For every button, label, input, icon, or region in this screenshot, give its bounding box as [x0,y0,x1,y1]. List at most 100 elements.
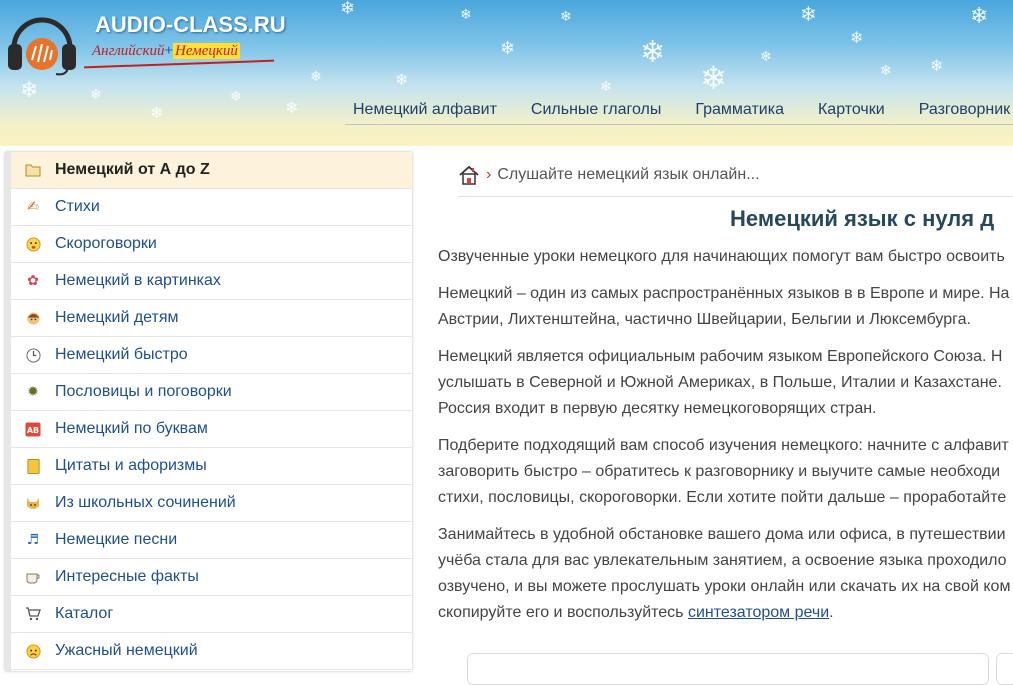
text-line: стихи, пословицы, скороговорки. Если хот… [438,489,1007,506]
paragraph-spread: Немецкий – один из самых распространённы… [438,281,1013,333]
sidebar-item-facts[interactable]: Интересные факты [11,559,412,596]
sidebar-item-label: Интересные факты [55,568,199,585]
sidebar-item-poems[interactable]: ✍ Стихи [11,189,412,226]
clock-icon [25,347,41,363]
snowflake-icon: ❄ [90,87,102,103]
text-line: Озвученные уроки немецкого для начинающи… [438,248,1005,265]
breadcrumb-separator: › [486,166,492,183]
snowflake-icon: ❄ [340,0,356,19]
snowflake-icon: ❄ [500,38,516,59]
snowflake-icon: ❄ [930,56,944,75]
sidebar-item-catalog[interactable]: Каталог [11,596,412,633]
sidebar-item-label: Каталог [55,605,114,622]
snowflake-icon: ❄ [20,78,39,103]
breadcrumb-current: Слушайте немецкий язык онлайн... [497,166,760,183]
breadcrumb-divider [458,196,1013,197]
cup-icon [25,569,41,585]
site-subtitle: Английский+ Немецкий [92,43,240,60]
nav-german-alphabet[interactable]: Немецкий алфавит [353,101,497,119]
sidebar-item-horrible-german[interactable]: Ужасный немецкий [11,633,412,670]
sidebar-item-kids[interactable]: Немецкий детям [11,300,412,337]
text-line: услышать в Северной и Южной Америках, в … [438,374,1002,391]
snowflake-icon: ❄ [600,79,612,95]
sidebar-item-pictures[interactable]: ✿ Немецкий в картинках [11,263,412,300]
text-line: озвучено, и вы можете прослушать уроки о… [438,578,1011,595]
paragraph-methods: Подберите подходящий вам способ изучения… [438,433,1013,511]
nav-phrasebook[interactable]: Разговорник [919,101,1010,119]
sidebar-item-tongue-twisters[interactable]: Скороговорки [11,226,412,263]
nav-cards[interactable]: Карточки [818,101,885,119]
paragraph-intro: Озвученные уроки немецкого для начинающи… [438,244,1013,270]
pen-icon: ✍ [27,199,39,215]
site-header: ❄ ❄ ❄ ❄ ❄ ❄ ❄ ❄ ❄ ❄ ❄ ❄ ❄ ❄ ❄ ❄ ❄ ❄ ❄ ❄ … [0,0,1013,146]
sidebar-item-german-a-z[interactable]: Немецкий от А до Z [11,152,412,189]
headphones-logo-icon[interactable] [6,8,78,78]
snowflake-icon: ❄ [760,49,772,65]
sidebar-item-fast[interactable]: Немецкий быстро [11,337,412,374]
paragraph-official: Немецкий является официальным рабочим яз… [438,344,1013,422]
text-line: заговорить быстро – обратитесь к разгово… [438,463,1001,480]
nav-strong-verbs[interactable]: Сильные глаголы [531,101,661,119]
sidebar-item-label: Скороговорки [55,235,157,252]
text-line: учёба стала для вас увлекательным заняти… [438,552,1007,569]
snowflake-icon: ❄ [800,2,817,26]
snowflake-icon: ❄ [310,69,322,85]
text-line: Россия входит в первую десятку немецкого… [438,400,877,417]
sidebar-item-label: Немецкий детям [55,309,179,326]
speech-synthesizer-link[interactable]: синтезатором речи [688,604,829,621]
cat-icon [25,495,41,511]
nav-grammar[interactable]: Грамматика [695,101,784,119]
subtitle-english: Английский [92,43,165,59]
sidebar-item-label: Немецкий быстро [55,346,188,363]
sidebar-item-label: Немецкий в картинках [55,272,221,289]
content-card [467,653,989,685]
music-icon: ♬ [26,532,40,548]
home-icon[interactable] [458,165,480,185]
top-navigation: Немецкий алфавит Сильные глаголы Граммат… [353,101,1013,119]
gear-icon: ✹ [27,384,39,400]
cart-icon [25,606,41,622]
snowflake-icon: ❄ [850,28,864,47]
snowflake-icon: ❄ [560,9,572,25]
face-icon [25,236,41,252]
text-line: . [829,604,834,621]
snowflake-icon: ❄ [700,59,727,97]
site-title[interactable]: AUDIO-CLASS.RU [95,12,286,38]
sidebar-item-label: Пословицы и поговорки [55,383,232,400]
sidebar-item-proverbs[interactable]: ✹ Пословицы и поговорки [11,374,412,411]
paragraph-study: Занимайтесь в удобной обстановке вашего … [438,522,1013,626]
snowflake-icon: ❄ [640,35,666,70]
svg-text:AB: AB [27,426,39,435]
sidebar-item-label: Цитаты и афоризмы [55,457,207,474]
snowflake-icon: ❄ [460,7,472,23]
snowflake-icon: ❄ [970,4,989,29]
text-line: скопируйте его и воспользуйтесь [438,604,688,621]
child-icon [25,310,41,326]
sidebar-item-songs[interactable]: ♬ Немецкие песни [11,522,412,559]
text-line: Подберите подходящий вам способ изучения… [438,437,1009,454]
snowflake-icon: ❄ [285,98,299,117]
sidebar-item-school-essays[interactable]: Из школьных сочинений [11,485,412,522]
nav-divider [345,124,1013,125]
snowflake-icon: ❄ [150,103,164,122]
angry-face-icon [25,643,41,659]
sidebar-item-label: Немецкий по буквам [55,420,208,437]
sidebar-item-quotes[interactable]: Цитаты и афоризмы [11,448,412,485]
text-line: Немецкий является официальным рабочим яз… [438,348,1003,365]
notebook-icon [25,458,41,474]
text-line: Австрии, Лихтенштейна, частично Швейцари… [438,311,971,328]
folder-icon [25,162,41,178]
main-content: Озвученные уроки немецкого для начинающи… [438,244,1013,637]
text-line: Немецкий – один из самых распространённы… [438,285,1010,302]
snowflake-icon: ❄ [880,63,892,79]
page-title: Немецкий язык с нуля д [730,206,995,231]
content-card-2 [996,653,1013,685]
sidebar-item-label: Немецкий от А до Z [55,161,210,178]
flower-icon: ✿ [27,273,39,289]
text-line: Занимайтесь в удобной обстановке вашего … [438,526,1006,543]
ab-icon: AB [25,421,41,437]
snowflake-icon: ❄ [395,70,409,89]
sidebar-item-label: Немецкие песни [55,531,178,548]
breadcrumb: › Слушайте немецкий язык онлайн... [458,165,760,185]
sidebar-item-letters[interactable]: AB Немецкий по буквам [11,411,412,448]
